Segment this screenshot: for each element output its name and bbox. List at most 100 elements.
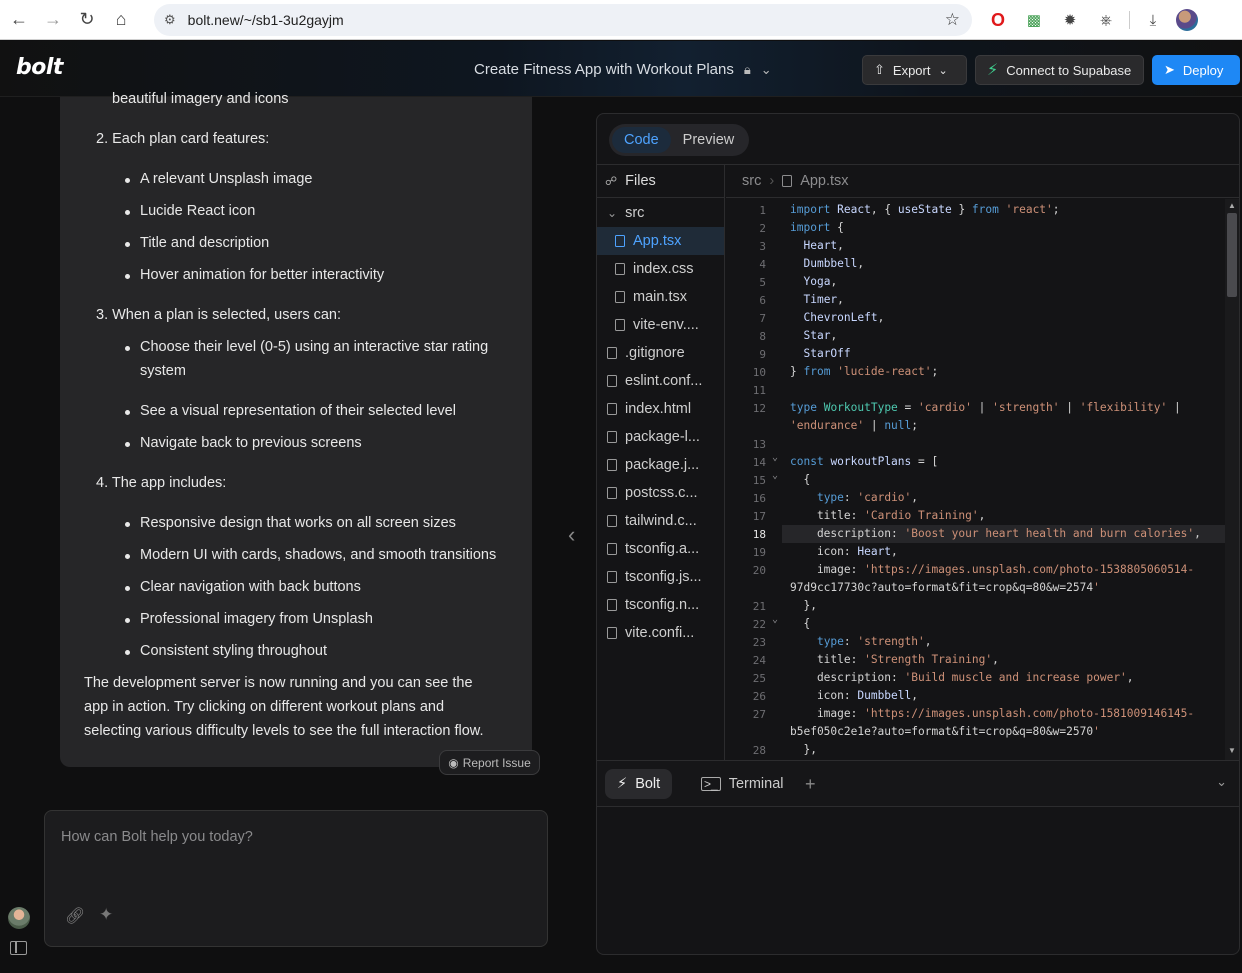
deploy-button[interactable]: ➤ Deploy — [1152, 55, 1240, 85]
file-item[interactable]: vite-env.... — [597, 311, 724, 339]
list-item: Consistent styling throughout — [140, 643, 327, 659]
breadcrumb-file[interactable]: App.tsx — [800, 173, 848, 189]
message-line: beautiful imagery and icons — [112, 91, 289, 107]
opera-extension-icon[interactable]: O — [985, 7, 1011, 33]
prompt-box[interactable]: 🔗︎ ✦ — [44, 810, 548, 947]
prompt-input[interactable] — [61, 829, 531, 899]
file-name: index.css — [633, 261, 694, 277]
breadcrumb: src › App.tsx — [726, 165, 1239, 198]
scroll-thumb[interactable] — [1227, 213, 1237, 297]
file-name: postcss.c... — [625, 485, 698, 501]
home-icon[interactable]: ⌂ — [104, 3, 138, 37]
bookmark-star-icon[interactable]: ☆ — [945, 10, 960, 30]
file-icon — [607, 599, 617, 611]
bolt-logo[interactable]: bolt — [16, 55, 63, 80]
attach-link-icon[interactable]: 🔗︎ — [65, 906, 85, 926]
file-name: eslint.conf... — [625, 373, 703, 389]
file-icon — [607, 487, 617, 499]
file-item[interactable]: postcss.c... — [597, 479, 724, 507]
file-item[interactable]: tsconfig.n... — [597, 591, 724, 619]
file-item[interactable]: main.tsx — [597, 283, 724, 311]
site-info-icon[interactable]: ⚙ — [164, 12, 176, 28]
sidebar-toggle-icon[interactable] — [10, 941, 27, 955]
file-item[interactable]: eslint.conf... — [597, 367, 724, 395]
file-item[interactable]: index.css — [597, 255, 724, 283]
line-number: 6 — [759, 294, 766, 307]
line-number: 13 — [752, 438, 766, 451]
line-number: 10 — [752, 366, 766, 379]
line-number: 28 — [752, 744, 766, 757]
scroll-up-icon[interactable]: ▲ — [1228, 201, 1236, 210]
scroll-down-icon[interactable]: ▼ — [1228, 746, 1236, 755]
tab-code[interactable]: Code — [612, 127, 671, 153]
arrow-left-icon[interactable]: ← — [2, 3, 36, 37]
download-icon[interactable]: ⤓ — [1140, 7, 1166, 33]
collapse-chevron-icon[interactable]: ‹ — [568, 522, 575, 548]
reload-icon[interactable]: ↻ — [70, 3, 104, 37]
file-name: tsconfig.js... — [625, 569, 702, 585]
tab-bolt-label: Bolt — [635, 776, 661, 792]
bullet-dot — [125, 554, 130, 559]
line-number: 11 — [752, 384, 766, 397]
numbered-heading: 4. The app includes: — [96, 475, 227, 491]
fold-chevron-icon[interactable]: ⌄ — [772, 470, 778, 481]
file-item[interactable]: tsconfig.js... — [597, 563, 724, 591]
closing-line: selecting various difficulty levels to s… — [84, 723, 484, 739]
code-line: title: 'Strength Training', — [790, 653, 999, 666]
list-item: A relevant Unsplash image — [140, 171, 313, 187]
tab-terminal[interactable]: >_ Terminal — [689, 769, 795, 799]
code-line: icon: Heart, — [790, 545, 898, 558]
files-label: Files — [625, 173, 656, 189]
enhance-sparkle-icon[interactable]: ✦ — [99, 905, 113, 925]
bullet-dot — [125, 178, 130, 183]
rocket-icon: ➤ — [1164, 62, 1175, 77]
file-name: tsconfig.a... — [625, 541, 700, 557]
project-title[interactable]: Create Fitness App with Workout Plans 🔒︎… — [474, 61, 772, 78]
code-line: Dumbbell, — [803, 257, 865, 270]
tab-preview[interactable]: Preview — [671, 127, 747, 153]
chevron-down-icon[interactable]: ⌄ — [1216, 774, 1227, 790]
file-item[interactable]: App.tsx — [597, 227, 724, 255]
chevron-down-icon[interactable]: ⌄ — [761, 62, 772, 78]
folder-item[interactable]: ⌄ src — [597, 199, 724, 227]
export-button[interactable]: ⇧ Export ⌄ — [862, 55, 967, 85]
code-editor[interactable]: 1 import React, { useState } from 'react'… — [726, 199, 1226, 760]
arrow-right-icon[interactable]: → — [36, 3, 70, 37]
file-item[interactable]: package.j... — [597, 451, 724, 479]
file-icon — [607, 375, 617, 387]
color-extension-icon[interactable]: ▩ — [1021, 7, 1047, 33]
bullet-dot — [125, 242, 130, 247]
bullet-dot — [125, 346, 130, 351]
tab-bolt[interactable]: ⚡︎ Bolt — [605, 769, 673, 799]
report-issue-button[interactable]: ◉ Report Issue — [439, 750, 540, 775]
address-bar[interactable]: ⚙ bolt.new/~/sb1-3u2gayjm ☆ — [154, 4, 972, 36]
list-item: Title and description — [140, 235, 270, 251]
list-item: Responsive design that works on all scre… — [140, 515, 456, 531]
file-item[interactable]: tailwind.c... — [597, 507, 724, 535]
file-item[interactable]: .gitignore — [597, 339, 724, 367]
file-item[interactable]: index.html — [597, 395, 724, 423]
file-icon — [615, 263, 625, 275]
code-line: { — [790, 617, 811, 630]
list-item: Professional imagery from Unsplash — [140, 611, 373, 627]
file-icon — [607, 627, 617, 639]
connect-supabase-button[interactable]: ⚡︎ Connect to Supabase — [975, 55, 1144, 85]
file-icon — [607, 459, 617, 471]
breadcrumb-folder[interactable]: src — [742, 173, 761, 189]
add-terminal-button[interactable]: + — [793, 769, 828, 799]
file-item[interactable]: package-l... — [597, 423, 724, 451]
editor-scrollbar[interactable]: ▲ ▼ — [1225, 199, 1239, 760]
code-line: Heart, — [803, 239, 844, 252]
fold-chevron-icon[interactable]: ⌄ — [772, 452, 778, 463]
list-item: Lucide React icon — [140, 203, 256, 219]
profile-avatar[interactable] — [1176, 9, 1198, 31]
user-avatar[interactable] — [8, 907, 30, 929]
file-item[interactable]: vite.confi... — [597, 619, 724, 647]
line-number: 23 — [752, 636, 766, 649]
gear-extension-icon[interactable]: ✹ — [1057, 7, 1083, 33]
fold-chevron-icon[interactable]: ⌄ — [772, 614, 778, 625]
list-item: Hover animation for better interactivity — [140, 267, 385, 283]
file-item[interactable]: tsconfig.a... — [597, 535, 724, 563]
puzzle-extensions-icon[interactable]: ⎈ — [1093, 7, 1119, 33]
file-name: package-l... — [625, 429, 700, 445]
